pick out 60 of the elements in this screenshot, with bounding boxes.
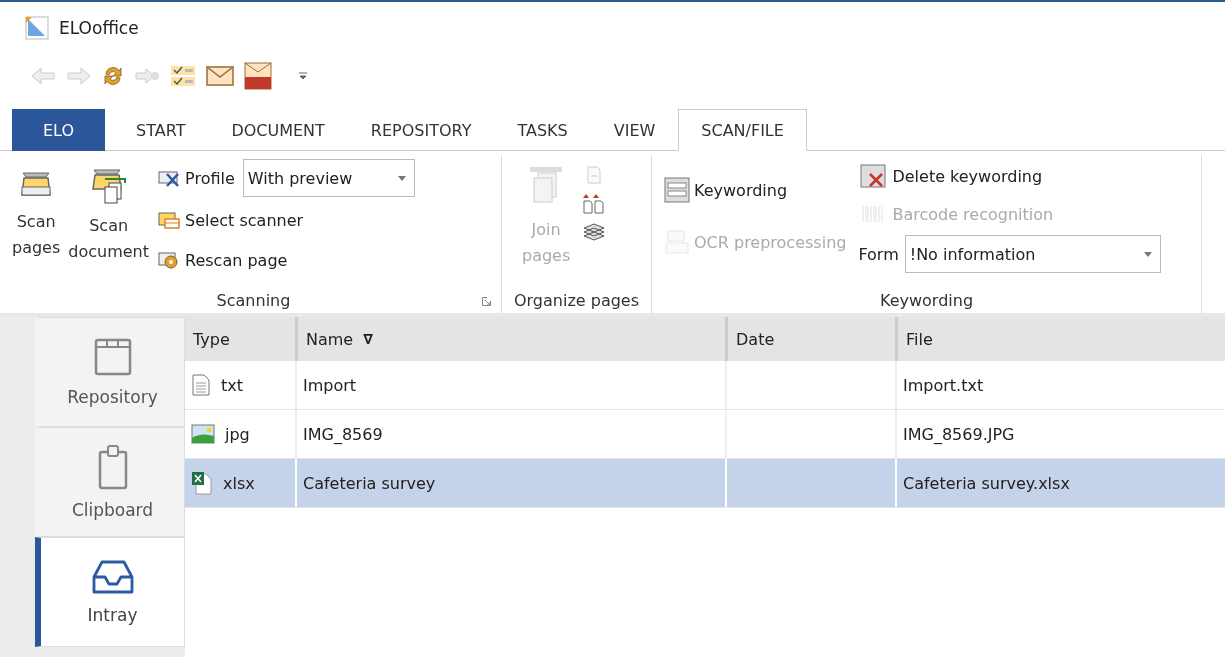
ribbon-tab[interactable]: DOCUMENT (208, 109, 348, 151)
table-cell: Import (303, 375, 357, 395)
column-header[interactable]: Type (185, 317, 295, 361)
image-file-icon (191, 423, 215, 445)
group-label: Keywording (879, 290, 974, 310)
text-file-icon (191, 374, 211, 396)
scanner-list-icon (157, 210, 182, 230)
ribbon-tab[interactable]: VIEW (590, 109, 679, 151)
ribbon-tab[interactable]: TASKS (494, 109, 591, 151)
table-cell: Import.txt (903, 375, 984, 395)
dropdown-arrow-icon (1143, 251, 1152, 257)
ribbon-button[interactable]: Keywording (662, 173, 849, 207)
page-stack-icon[interactable] (582, 223, 607, 243)
inbox-icon (91, 559, 134, 595)
table-cell: Cafeteria survey.xlsx (903, 473, 1070, 493)
ribbon-tab[interactable]: SCAN/FILE (678, 109, 807, 151)
delete-form-icon (860, 164, 889, 188)
column-header[interactable]: File (895, 317, 1225, 361)
ribbon-button[interactable]: Rescan page (155, 243, 415, 277)
window-icon (92, 337, 133, 377)
table-row[interactable]: xlsx Cafeteria survey Cafeteria survey.xlsx (185, 459, 1225, 508)
split-pages-icon[interactable] (582, 193, 607, 215)
group-label: Organize pages (513, 290, 640, 310)
ribbon-tab[interactable]: START (113, 109, 209, 151)
envelope-icon[interactable] (206, 66, 234, 86)
clipboard-icon (96, 444, 129, 490)
app-menu-tab[interactable]: ELO (12, 109, 106, 151)
ribbon-button[interactable]: Delete keywording (858, 159, 1161, 193)
sync-icon[interactable] (102, 64, 124, 88)
customize-dropdown-icon[interactable] (298, 71, 308, 81)
large-ribbon-button[interactable]: Scan pages (10, 155, 63, 287)
sidebar-item[interactable]: Repository (35, 317, 185, 427)
ribbon-tab[interactable]: REPOSITORY (347, 109, 495, 151)
profile-dropdown[interactable]: With preview (242, 159, 415, 197)
large-ribbon-button[interactable]: Scan document (66, 155, 152, 287)
group-label: Scanning (216, 290, 291, 310)
table-cell: xlsx (223, 473, 255, 493)
spreadsheet-file-icon (191, 471, 213, 495)
column-header[interactable]: Name ∇ (295, 317, 725, 361)
checklist-icon[interactable] (170, 65, 196, 87)
scanner-settings-icon (157, 168, 182, 188)
column-header[interactable]: Date (725, 317, 895, 361)
app-logo-icon (25, 16, 49, 40)
table-cell: Cafeteria survey (303, 473, 436, 493)
profile-label: Profile (155, 161, 237, 195)
form-dropdown[interactable]: !No information (904, 235, 1161, 273)
pdf-envelope-icon[interactable] (244, 62, 272, 90)
sidebar-item[interactable]: Intray (35, 537, 185, 647)
table-cell: jpg (225, 424, 250, 444)
table-cell: IMG_8569 (303, 424, 383, 444)
form-label: Form (858, 244, 899, 264)
dropdown-arrow-icon (397, 175, 406, 181)
ribbon-button[interactable]: Select scanner (155, 203, 415, 237)
form-icon (664, 177, 690, 203)
table-cell: IMG_8569.JPG (903, 424, 1015, 444)
window-title: ELOoffice (59, 18, 139, 38)
sidebar-item[interactable]: Clipboard (35, 427, 185, 537)
table-cell: txt (221, 375, 243, 395)
dialog-launcher-icon[interactable] (482, 297, 491, 306)
table-row[interactable]: txt Import Import.txt (185, 361, 1225, 410)
